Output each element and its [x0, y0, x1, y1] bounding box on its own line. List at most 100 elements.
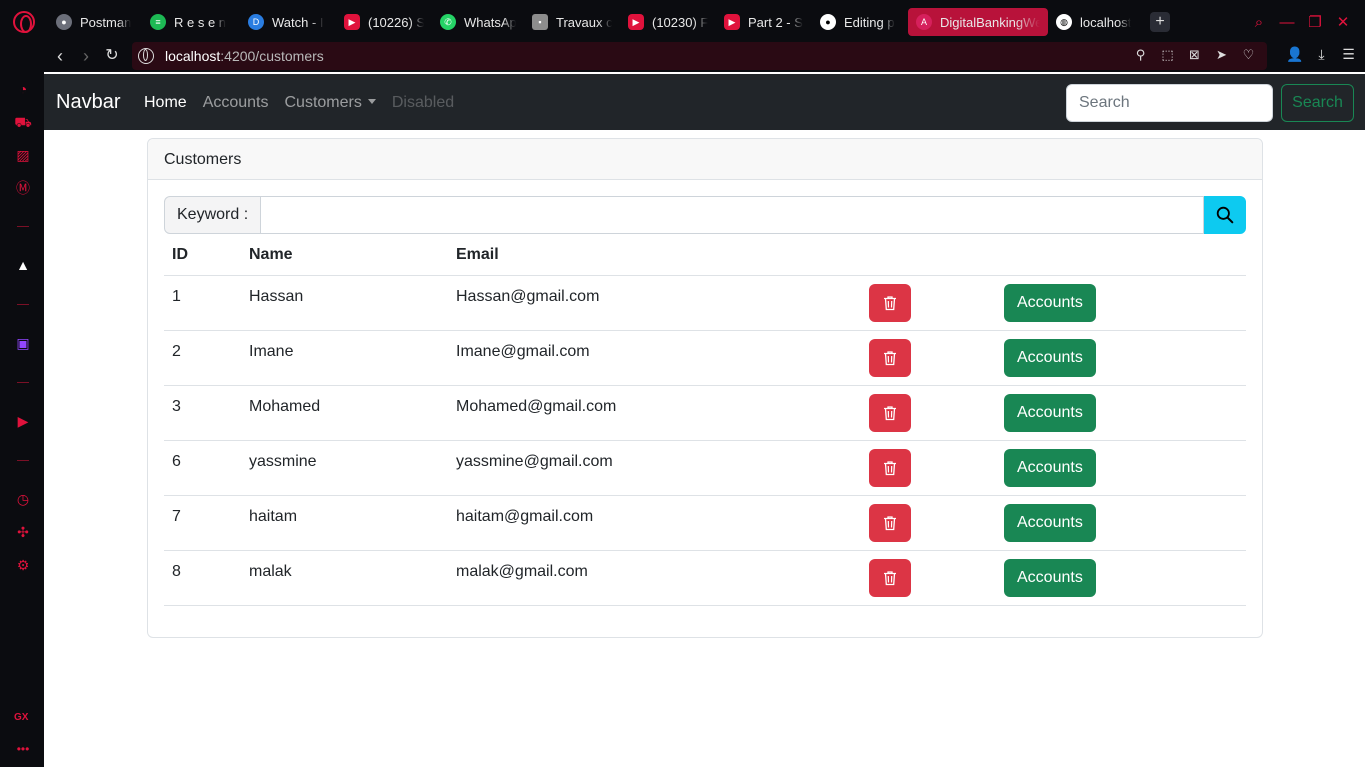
tab-digitalbanking[interactable]: A DigitalBankingWe	[908, 8, 1048, 36]
tab-youtube-2[interactable]: ▶ (10230) F	[620, 8, 716, 36]
settings-icon[interactable]: ⚙	[14, 556, 32, 574]
address-actions: ⚲ ⬚ ⊠ ➤ ♡	[1132, 46, 1257, 63]
keyword-input[interactable]	[261, 196, 1204, 234]
trash-icon	[884, 406, 896, 421]
whatsapp-icon: ✆	[440, 14, 456, 30]
tab-classroom[interactable]: ▪ Travaux c	[524, 8, 620, 36]
speed-dial-icon[interactable]: ◔	[14, 80, 32, 98]
disney-icon: D	[248, 14, 264, 30]
forward-icon[interactable]: ›	[76, 46, 96, 66]
url-field[interactable]: localhost:4200/customers	[132, 42, 1267, 70]
app-navbar: Navbar Home Accounts Customers Disabled …	[44, 74, 1365, 130]
github-icon: ●	[820, 14, 836, 30]
tab-strip: ● Postman ≡ R e s e n D Watch - I ▶ (10226) …	[48, 8, 1170, 36]
youtube-icon: ▶	[628, 14, 644, 30]
messenger-icon[interactable]: Ⓜ	[14, 179, 32, 197]
delete-button[interactable]	[869, 339, 911, 377]
tab-github[interactable]: ● Editing p	[812, 8, 908, 36]
youtube-icon: ▶	[344, 14, 360, 30]
extensions-icon[interactable]: ✣	[14, 523, 32, 541]
gx-control-icon[interactable]: ▨	[14, 146, 32, 164]
adblock-icon[interactable]: ⊠	[1186, 46, 1203, 63]
cell-delete	[861, 276, 996, 331]
table-row: 6 yassmine yassmine@gmail.com Accounts	[164, 441, 1246, 496]
cell-name: malak	[249, 563, 292, 580]
table-header-row: ID Name Email	[164, 234, 1246, 276]
accounts-button[interactable]: Accounts	[1004, 449, 1096, 487]
sidebar-divider	[17, 460, 29, 461]
tab-youtube-1[interactable]: ▶ (10226) S	[336, 8, 432, 36]
minimize-icon[interactable]: —	[1273, 12, 1301, 32]
delete-button[interactable]	[869, 394, 911, 432]
cell-email: malak@gmail.com	[456, 563, 588, 580]
send-icon[interactable]: ➤	[1213, 46, 1230, 63]
cell-id: 8	[172, 563, 181, 580]
aria-icon[interactable]: ▲	[14, 256, 32, 274]
table-row: 8 malak malak@gmail.com Accounts	[164, 551, 1246, 606]
delete-button[interactable]	[869, 284, 911, 322]
cell-delete	[861, 441, 996, 496]
cell-email: Imane@gmail.com	[456, 343, 590, 360]
opera-logo-icon[interactable]	[13, 11, 35, 33]
cell-accounts: Accounts	[996, 331, 1246, 386]
header-email: Email	[456, 246, 499, 263]
table-row: 2 Imane Imane@gmail.com Accounts	[164, 331, 1246, 386]
cell-id: 7	[172, 508, 181, 525]
tab-postman[interactable]: ● Postman	[48, 8, 142, 36]
nav-customers-dropdown[interactable]: Customers	[285, 94, 376, 112]
nav-links: Home Accounts Customers Disabled	[144, 94, 454, 112]
tab-whatsapp[interactable]: ✆ WhatsAp	[432, 8, 524, 36]
tab-youtube-3[interactable]: ▶ Part 2 - S	[716, 8, 812, 36]
delete-button[interactable]	[869, 504, 911, 542]
keyword-search-button[interactable]	[1204, 196, 1246, 234]
cell-name: Mohamed	[249, 398, 321, 415]
tab-spotify[interactable]: ≡ R e s e n	[142, 8, 240, 36]
accounts-button[interactable]: Accounts	[1004, 394, 1096, 432]
window-controls: ⌕ — ❐ ✕	[1245, 12, 1357, 32]
cell-name: haitam	[249, 508, 298, 525]
navbar-search-button[interactable]: Search	[1281, 84, 1354, 122]
close-icon[interactable]: ✕	[1329, 12, 1357, 32]
header-name: Name	[249, 246, 293, 263]
cell-delete	[861, 386, 996, 441]
navbar-search-input[interactable]	[1066, 84, 1273, 122]
snapshot-icon[interactable]: ⬚	[1159, 46, 1176, 63]
player-icon[interactable]: ▶	[14, 412, 32, 430]
new-tab-button[interactable]: +	[1150, 12, 1170, 32]
site-info-icon[interactable]	[138, 48, 154, 64]
youtube-icon: ▶	[724, 14, 740, 30]
more-icon[interactable]: •••	[14, 740, 32, 758]
profile-icon[interactable]: 👤	[1286, 46, 1303, 63]
delete-button[interactable]	[869, 449, 911, 487]
maximize-icon[interactable]: ❐	[1301, 12, 1329, 32]
navbar-brand[interactable]: Navbar	[56, 91, 120, 114]
gx-corner-icon[interactable]: ⛟	[14, 113, 32, 131]
tab-disney[interactable]: D Watch - I	[240, 8, 336, 36]
tab-localhost[interactable]: ◍ localhost	[1048, 8, 1144, 36]
menu-icon[interactable]: ☰	[1340, 46, 1357, 63]
cell-name: yassmine	[249, 453, 317, 470]
accounts-button[interactable]: Accounts	[1004, 339, 1096, 377]
cell-delete	[861, 496, 996, 551]
heart-icon[interactable]: ♡	[1240, 46, 1257, 63]
accounts-button[interactable]: Accounts	[1004, 284, 1096, 322]
classroom-icon: ▪	[532, 14, 548, 30]
search-tabs-icon[interactable]: ⌕	[1245, 12, 1273, 32]
pin-icon[interactable]: ⚲	[1132, 46, 1149, 63]
cell-id: 3	[172, 398, 181, 415]
gx-label[interactable]: GX	[14, 712, 28, 723]
reload-icon[interactable]: ↻	[102, 46, 122, 66]
accounts-button[interactable]: Accounts	[1004, 559, 1096, 597]
nav-home[interactable]: Home	[144, 94, 187, 112]
twitch-icon[interactable]: ▣	[14, 334, 32, 352]
back-icon[interactable]: ‹	[50, 46, 70, 66]
customers-table: ID Name Email 1 Hassan Hassan@gmail.com	[164, 234, 1246, 606]
delete-button[interactable]	[869, 559, 911, 597]
history-icon[interactable]: ◷	[14, 490, 32, 508]
accounts-button[interactable]: Accounts	[1004, 504, 1096, 542]
nav-accounts[interactable]: Accounts	[203, 94, 269, 112]
cell-email: yassmine@gmail.com	[456, 453, 613, 470]
sidebar-divider	[17, 382, 29, 383]
cell-accounts: Accounts	[996, 496, 1246, 551]
download-icon[interactable]: ⤓	[1313, 46, 1330, 63]
